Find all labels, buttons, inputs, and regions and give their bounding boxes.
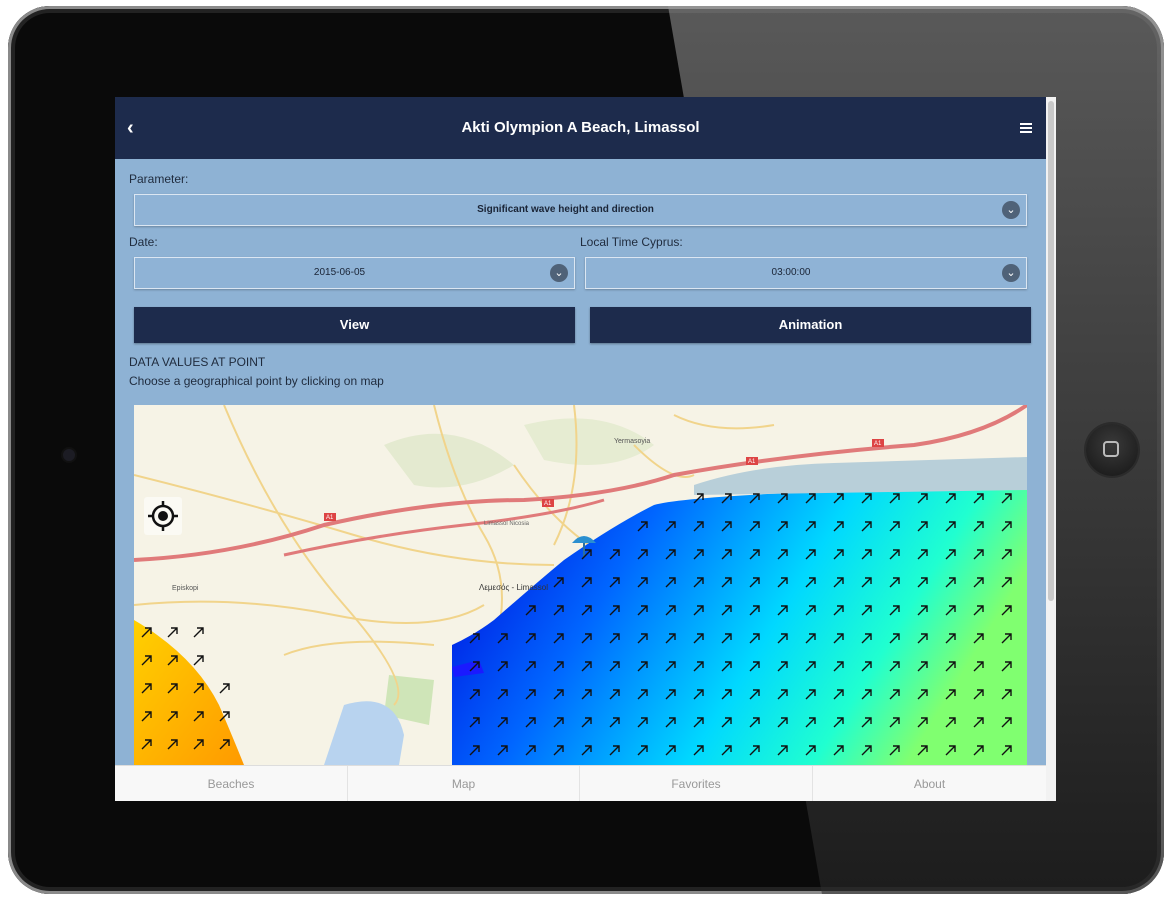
locate-icon bbox=[148, 501, 178, 531]
date-select[interactable]: 2015-06-05 ⌄ bbox=[134, 257, 575, 289]
bottom-tab-bar: Beaches Map Favorites About bbox=[115, 765, 1046, 801]
camera-dot bbox=[63, 449, 75, 461]
date-label: Date: bbox=[129, 235, 158, 249]
svg-text:A1: A1 bbox=[544, 501, 552, 507]
app-screen: ‹ Akti Olympion A Beach, Limassol Parame… bbox=[115, 97, 1056, 801]
scrollbar[interactable] bbox=[1046, 97, 1056, 801]
home-square-icon bbox=[1103, 441, 1119, 457]
tab-about[interactable]: About bbox=[813, 766, 1046, 801]
locate-button[interactable] bbox=[144, 497, 182, 535]
tab-favorites[interactable]: Favorites bbox=[580, 766, 813, 801]
date-value: 2015-06-05 bbox=[313, 267, 366, 278]
menu-icon[interactable] bbox=[1020, 123, 1032, 133]
parameter-select[interactable]: Significant wave height and direction ⌄ bbox=[134, 194, 1027, 226]
wave-map[interactable]: Yermasoyia Episkopi Λεμεσός - Limassol L… bbox=[134, 405, 1027, 765]
tab-beaches[interactable]: Beaches bbox=[115, 766, 348, 801]
parameter-value: Significant wave height and direction bbox=[477, 204, 654, 215]
chevron-down-icon: ⌄ bbox=[550, 264, 568, 282]
map-canvas[interactable]: Yermasoyia Episkopi Λεμεσός - Limassol L… bbox=[134, 405, 1027, 765]
svg-text:A1: A1 bbox=[326, 515, 334, 521]
chevron-down-icon: ⌄ bbox=[1002, 264, 1020, 282]
view-button[interactable]: View bbox=[134, 307, 575, 343]
tab-map[interactable]: Map bbox=[348, 766, 580, 801]
svg-text:A1: A1 bbox=[874, 441, 882, 447]
scrollbar-thumb[interactable] bbox=[1048, 101, 1054, 601]
chevron-down-icon: ⌄ bbox=[1002, 201, 1020, 219]
time-label: Local Time Cyprus: bbox=[580, 235, 683, 249]
animation-button[interactable]: Animation bbox=[590, 307, 1031, 343]
place-label-episkopi: Episkopi bbox=[172, 585, 199, 592]
parameter-label: Parameter: bbox=[129, 172, 189, 186]
place-label-limassol: Λεμεσός - Limassol bbox=[479, 583, 548, 592]
map-hint: Choose a geographical point by clicking … bbox=[129, 374, 384, 388]
time-select[interactable]: 03:00:00 ⌄ bbox=[585, 257, 1027, 289]
home-button[interactable] bbox=[1086, 424, 1138, 476]
svg-text:A1: A1 bbox=[748, 459, 756, 465]
data-values-heading: DATA VALUES AT POINT bbox=[129, 355, 266, 369]
place-label-yermasoyia: Yermasoyia bbox=[614, 438, 650, 445]
page-title: Akti Olympion A Beach, Limassol bbox=[461, 119, 700, 136]
app-header: ‹ Akti Olympion A Beach, Limassol bbox=[115, 97, 1046, 159]
place-label-sub: Limassol Nicosia bbox=[484, 521, 530, 527]
time-value: 03:00:00 bbox=[771, 267, 811, 278]
